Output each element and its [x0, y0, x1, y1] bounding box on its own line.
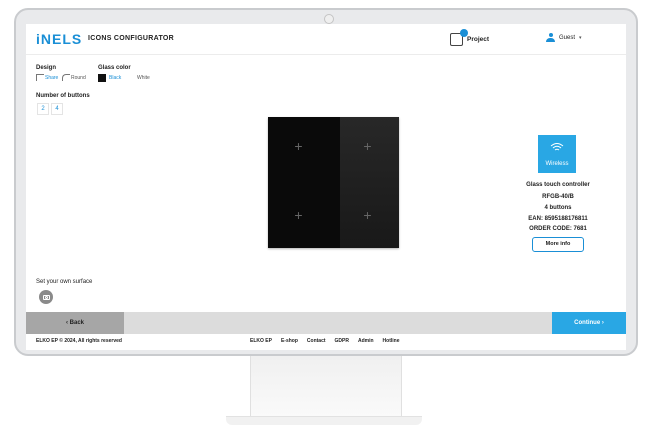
- user-icon: [546, 33, 555, 42]
- design-option-label: Share: [45, 74, 59, 81]
- buttons-count-4[interactable]: 4: [51, 103, 63, 115]
- buttons-count-label: Number of buttons: [36, 93, 90, 99]
- design-label: Design: [36, 65, 57, 71]
- glass-color-white[interactable]: White: [126, 74, 150, 82]
- copyright: ELKO EP © 2024, All rights reserved: [36, 338, 122, 344]
- camera-icon[interactable]: [39, 290, 53, 304]
- design-option-round[interactable]: Round: [62, 74, 86, 81]
- wireless-badge: Wireless: [538, 135, 576, 173]
- monitor-stand: [250, 356, 402, 418]
- app-screen: iNELS ICONS CONFIGURATOR Project Guest ▾…: [26, 24, 626, 350]
- bottom-navigation: ‹ Back Continue ›: [26, 312, 626, 334]
- product-model: RFGB-40/B: [542, 194, 574, 200]
- wifi-icon: [550, 143, 564, 151]
- glass-reflection: [340, 117, 399, 248]
- project-label: Project: [467, 35, 490, 43]
- buttons-count-2[interactable]: 2: [37, 103, 49, 115]
- more-info-button[interactable]: More info: [532, 237, 584, 252]
- project-button[interactable]: Project: [450, 28, 490, 47]
- product-buttons: 4 buttons: [544, 205, 572, 211]
- footer-link-contact[interactable]: Contact: [307, 338, 326, 344]
- footer: ELKO EP © 2024, All rights reserved ELKO…: [26, 334, 626, 350]
- inels-logo[interactable]: iNELS: [36, 31, 82, 47]
- product-ean: EAN: 8595188176811: [528, 216, 588, 222]
- plus-icon: +: [294, 138, 303, 154]
- monitor-base: [226, 416, 422, 425]
- black-swatch: [98, 74, 106, 82]
- footer-link-eshop[interactable]: E-shop: [281, 338, 298, 344]
- glass-color-option-label: White: [137, 75, 150, 81]
- white-swatch: [126, 74, 134, 82]
- footer-link-gdpr[interactable]: GDPR: [335, 338, 349, 344]
- back-button[interactable]: ‹ Back: [26, 312, 124, 334]
- controller-preview: + + + +: [268, 117, 399, 248]
- glass-color-option-label: Black: [109, 75, 122, 81]
- project-icon: [450, 28, 468, 46]
- footer-link-admin[interactable]: Admin: [358, 338, 374, 344]
- footer-links: ELKO EP E-shop Contact GDPR Admin Hotlin…: [250, 338, 400, 344]
- webcam-dot: [324, 14, 334, 24]
- square-corner-icon: [36, 74, 44, 81]
- product-name: Glass touch controller: [526, 182, 590, 188]
- continue-button[interactable]: Continue ›: [552, 312, 626, 334]
- glass-color-black[interactable]: Black: [98, 74, 121, 82]
- design-option-label: Round: [71, 74, 86, 81]
- user-label: Guest: [559, 34, 576, 41]
- custom-surface-label: Set your own surface: [36, 279, 93, 285]
- app-title: ICONS CONFIGURATOR: [88, 35, 175, 42]
- plus-icon: +: [294, 207, 303, 223]
- project-badge: [460, 28, 468, 37]
- footer-link-elko[interactable]: ELKO EP: [250, 338, 272, 344]
- chevron-down-icon: ▾: [579, 34, 582, 41]
- wireless-label: Wireless: [545, 161, 569, 167]
- round-corner-icon: [62, 74, 70, 81]
- monitor-frame: iNELS ICONS CONFIGURATOR Project Guest ▾…: [14, 8, 638, 356]
- plus-icon: +: [363, 138, 372, 154]
- user-menu[interactable]: Guest ▾: [546, 33, 582, 42]
- footer-link-hotline[interactable]: Hotline: [383, 338, 400, 344]
- top-bar: iNELS ICONS CONFIGURATOR Project Guest ▾: [26, 24, 626, 55]
- plus-icon: +: [363, 207, 372, 223]
- design-option-share[interactable]: Share: [36, 74, 58, 81]
- glass-color-label: Glass color: [98, 65, 131, 71]
- product-order-code: ORDER CODE: 7681: [529, 226, 587, 232]
